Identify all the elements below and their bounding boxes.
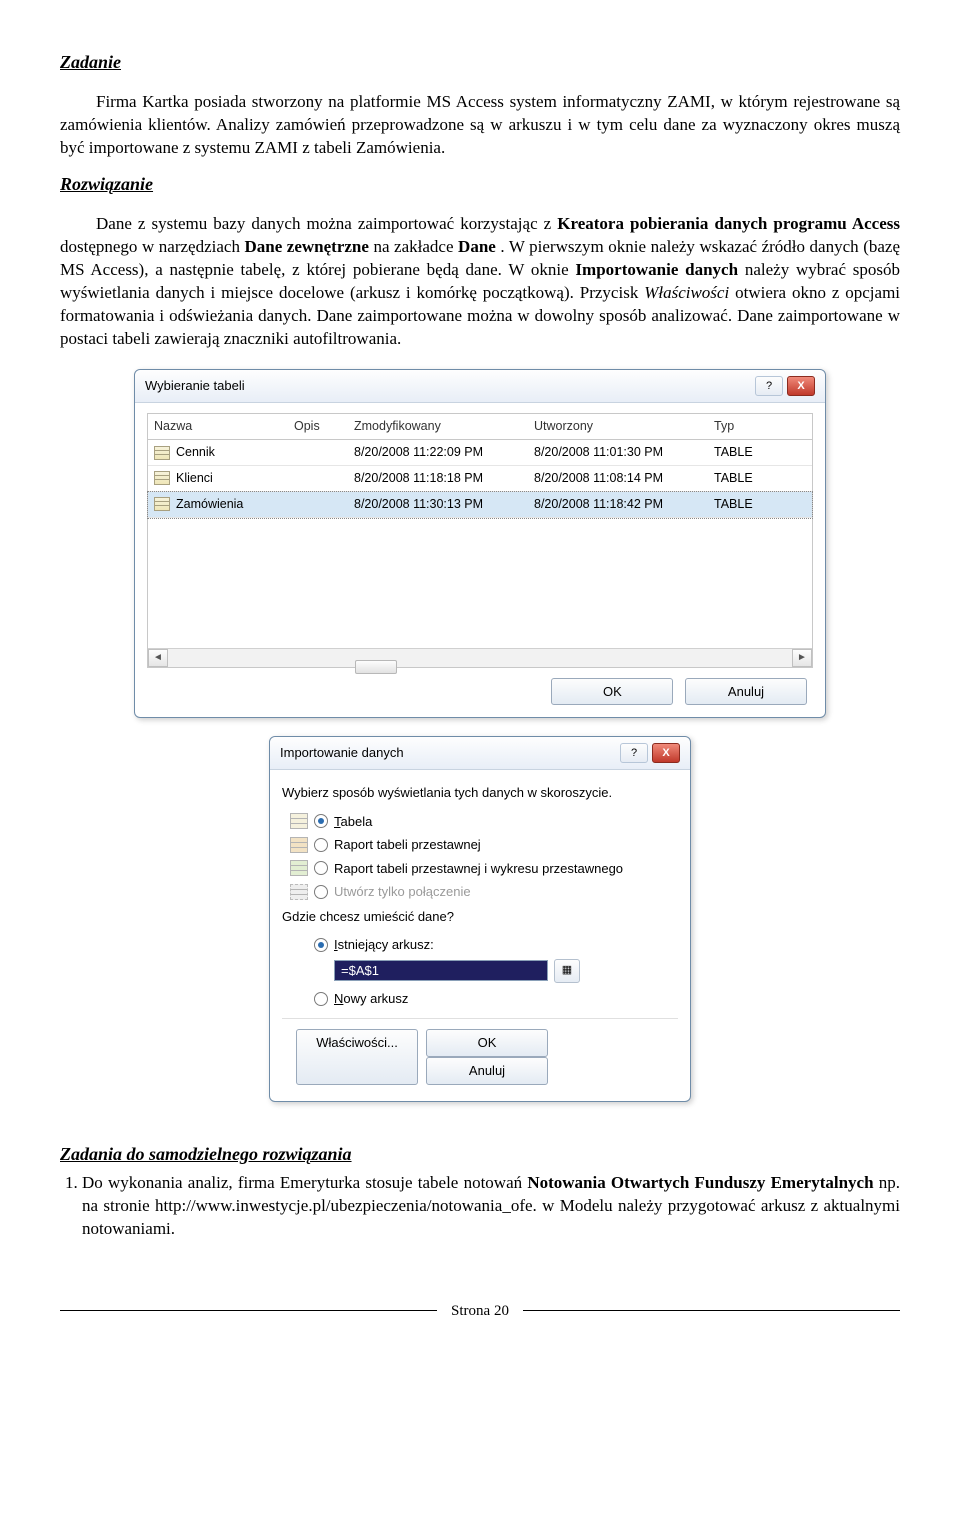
- option-label: Raport tabeli przestawnej i wykresu prze…: [334, 860, 623, 878]
- text-bold: Notowania Otwartych Funduszy Emerytalnyc…: [527, 1173, 873, 1192]
- option-label: stniejący arkusz:: [338, 937, 434, 952]
- ok-button[interactable]: OK: [551, 678, 673, 706]
- cell-name: Cennik: [176, 445, 215, 459]
- cell-reference-input[interactable]: [334, 960, 548, 981]
- radio-existing[interactable]: [314, 938, 328, 952]
- text-bold: Importowanie danych: [575, 260, 738, 279]
- col-nazwa[interactable]: Nazwa: [154, 418, 294, 435]
- option-label: Raport tabeli przestawnej: [334, 836, 481, 854]
- option-connection-only: Utwórz tylko połączenie: [288, 880, 678, 904]
- list-item: Do wykonania analiz, firma Emeryturka st…: [82, 1172, 900, 1241]
- close-button[interactable]: X: [652, 743, 680, 763]
- table-row[interactable]: Cennik 8/20/2008 11:22:09 PM 8/20/2008 1…: [148, 440, 812, 466]
- page-number: Strona 20: [451, 1301, 509, 1321]
- col-typ[interactable]: Typ: [714, 418, 794, 435]
- dialog-wybieranie-tabeli: Wybieranie tabeli ? X Nazwa Opis Zmodyfi…: [134, 369, 826, 718]
- option-label: Utwórz tylko połączenie: [334, 883, 471, 901]
- text: dostępnego w narzędziach: [60, 237, 244, 256]
- text: na zakładce: [373, 237, 458, 256]
- display-options: Tabela Raport tabeli przestawnej Raport …: [288, 810, 678, 904]
- zadanie-paragraph: Firma Kartka posiada stworzony na platfo…: [60, 91, 900, 160]
- cell-name: Zamówienia: [176, 497, 243, 511]
- table-list: Nazwa Opis Zmodyfikowany Utworzony Typ C…: [147, 413, 813, 668]
- table-icon: [154, 471, 170, 485]
- text-italic: Właściwości: [644, 283, 729, 302]
- option-label: owy arkusz: [343, 991, 408, 1006]
- pivot-icon: [290, 837, 308, 853]
- connection-icon: [290, 884, 308, 900]
- col-utworzony[interactable]: Utworzony: [534, 418, 714, 435]
- horizontal-scrollbar[interactable]: ◄ ►: [148, 648, 812, 667]
- radio-pivot[interactable]: [314, 838, 328, 852]
- placement-options: Istniejący arkusz: ▦ Nowy arkusz: [288, 933, 678, 1010]
- range-picker-button[interactable]: ▦: [554, 959, 580, 983]
- option-pivot-chart[interactable]: Raport tabeli przestawnej i wykresu prze…: [288, 857, 678, 881]
- titlebar: Importowanie danych ? X: [270, 737, 690, 770]
- radio-new[interactable]: [314, 992, 328, 1006]
- text-bold: Dane zewnętrzne: [244, 237, 368, 256]
- cancel-button[interactable]: Anuluj: [426, 1057, 548, 1085]
- close-button[interactable]: X: [787, 376, 815, 396]
- table-row[interactable]: Zamówienia 8/20/2008 11:30:13 PM 8/20/20…: [148, 492, 812, 518]
- table-row[interactable]: Klienci 8/20/2008 11:18:18 PM 8/20/2008 …: [148, 466, 812, 492]
- cell-type: TABLE: [714, 470, 794, 487]
- text-bold: Dane: [458, 237, 496, 256]
- col-opis[interactable]: Opis: [294, 418, 354, 435]
- cell-cre: 8/20/2008 11:08:14 PM: [534, 470, 714, 487]
- scroll-left-icon[interactable]: ◄: [148, 649, 168, 667]
- dialog-title: Importowanie danych: [280, 744, 404, 762]
- prompt-display-mode: Wybierz sposób wyświetlania tych danych …: [282, 784, 678, 802]
- heading-zadanie: Zadanie: [60, 50, 900, 74]
- scroll-right-icon[interactable]: ►: [792, 649, 812, 667]
- text: Dane z systemu bazy danych można zaimpor…: [96, 214, 557, 233]
- cell-name: Klienci: [176, 471, 213, 485]
- option-existing-sheet[interactable]: Istniejący arkusz:: [288, 933, 678, 957]
- accel-letter: N: [334, 991, 343, 1006]
- dialog-importowanie-danych: Importowanie danych ? X Wybierz sposób w…: [269, 736, 691, 1101]
- prompt-placement: Gdzie chcesz umieścić dane?: [282, 908, 678, 926]
- dialog-body: Nazwa Opis Zmodyfikowany Utworzony Typ C…: [135, 403, 825, 717]
- text: Do wykonania analiz, firma Emeryturka st…: [82, 1173, 527, 1192]
- cell-mod: 8/20/2008 11:22:09 PM: [354, 444, 534, 461]
- table-icon: [154, 446, 170, 460]
- heading-samodzielne: Zadania do samodzielnego rozwiązania: [60, 1142, 900, 1166]
- dialog-title: Wybieranie tabeli: [145, 377, 245, 395]
- text-bold: Kreatora pobierania danych programu Acce…: [557, 214, 900, 233]
- ok-button[interactable]: OK: [426, 1029, 548, 1057]
- radio-table[interactable]: [314, 814, 328, 828]
- exercise-list: Do wykonania analiz, firma Emeryturka st…: [60, 1172, 900, 1241]
- radio-connection: [314, 885, 328, 899]
- table-header-row: Nazwa Opis Zmodyfikowany Utworzony Typ: [148, 414, 812, 440]
- cell-cre: 8/20/2008 11:01:30 PM: [534, 444, 714, 461]
- footer-rule: [523, 1310, 900, 1311]
- option-label: abela: [341, 814, 373, 829]
- scroll-thumb[interactable]: [355, 660, 397, 674]
- table-icon: [154, 497, 170, 511]
- footer-rule: [60, 1310, 437, 1311]
- table-icon: [290, 813, 308, 829]
- cell-type: TABLE: [714, 496, 794, 513]
- list-empty-area: [148, 518, 812, 648]
- properties-button[interactable]: Właściwości...: [296, 1029, 418, 1084]
- cancel-button[interactable]: Anuluj: [685, 678, 807, 706]
- radio-pivot-chart[interactable]: [314, 861, 328, 875]
- heading-rozwiazanie: Rozwiązanie: [60, 172, 900, 196]
- page-footer: Strona 20: [60, 1301, 900, 1321]
- col-zmodyfikowany[interactable]: Zmodyfikowany: [354, 418, 534, 435]
- cell-mod: 8/20/2008 11:30:13 PM: [354, 496, 534, 513]
- dialog-body: Wybierz sposób wyświetlania tych danych …: [270, 770, 690, 1100]
- help-button[interactable]: ?: [620, 743, 648, 763]
- cell-type: TABLE: [714, 444, 794, 461]
- option-pivot[interactable]: Raport tabeli przestawnej: [288, 833, 678, 857]
- option-new-sheet[interactable]: Nowy arkusz: [288, 987, 678, 1011]
- pivot-chart-icon: [290, 860, 308, 876]
- titlebar: Wybieranie tabeli ? X: [135, 370, 825, 403]
- cell-mod: 8/20/2008 11:18:18 PM: [354, 470, 534, 487]
- option-table[interactable]: Tabela: [288, 810, 678, 834]
- rozwiazanie-paragraph: Dane z systemu bazy danych można zaimpor…: [60, 213, 900, 351]
- cell-reference-row: ▦: [334, 959, 678, 983]
- cell-cre: 8/20/2008 11:18:42 PM: [534, 496, 714, 513]
- help-button[interactable]: ?: [755, 376, 783, 396]
